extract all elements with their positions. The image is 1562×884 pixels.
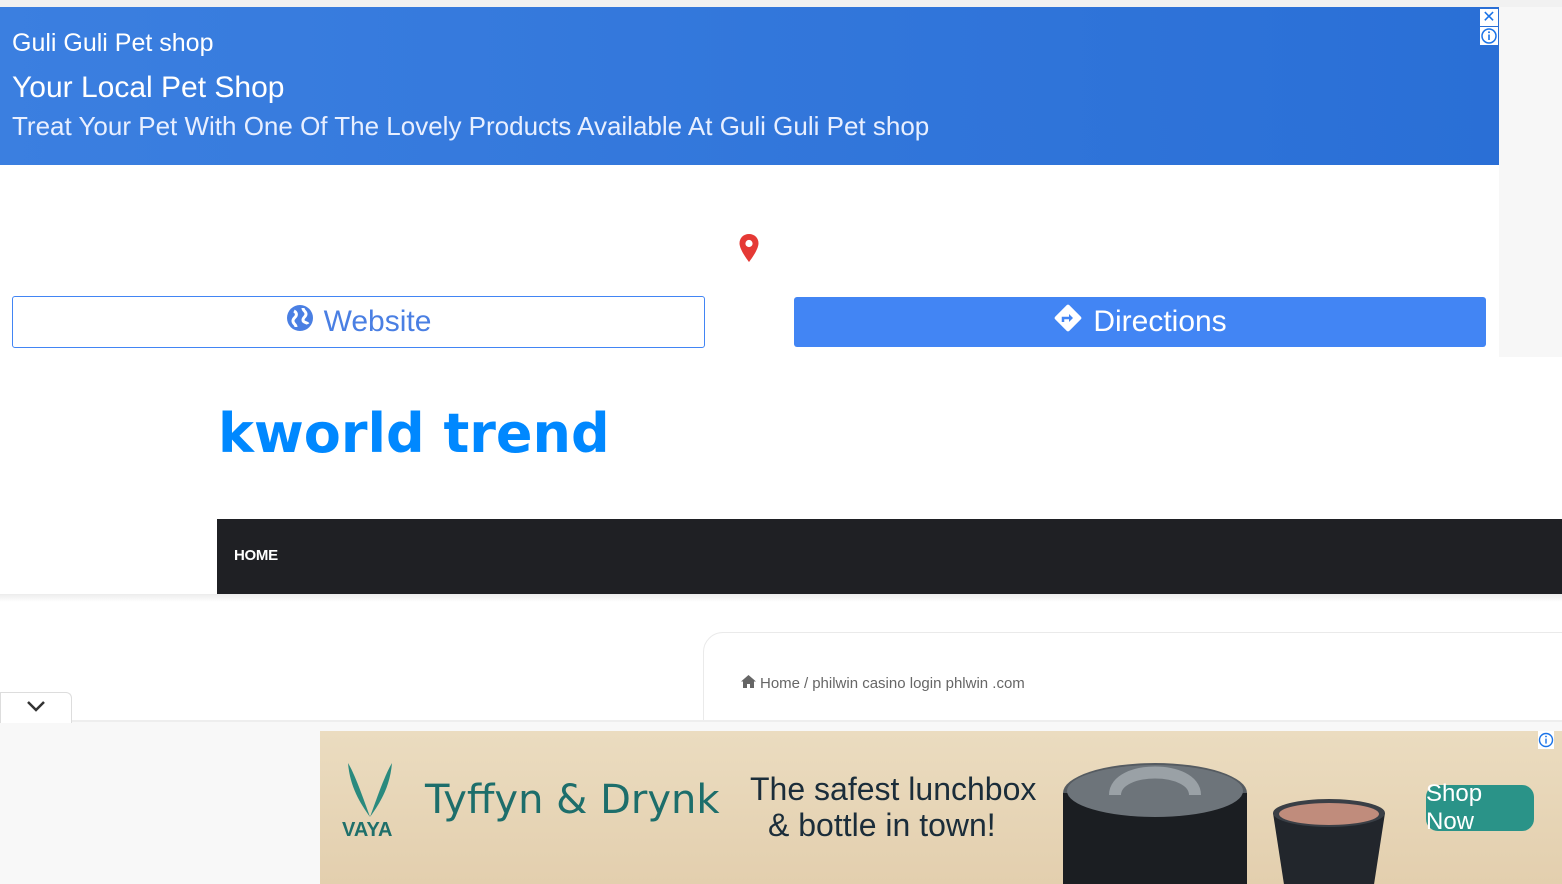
anchor-toggle-button[interactable] (0, 692, 72, 723)
ad-description[interactable]: Treat Your Pet With One Of The Lovely Pr… (12, 111, 929, 142)
directions-label: Directions (1093, 305, 1227, 338)
chevron-down-icon (26, 699, 46, 717)
cup-image (1265, 781, 1395, 884)
main-nav: HOME (217, 519, 1562, 594)
globe-icon (286, 304, 314, 340)
breadcrumb: Home / philwin casino login phlwin .com (741, 675, 1025, 692)
anchor-divider (70, 720, 1562, 722)
home-icon (741, 675, 756, 692)
breadcrumb-current: philwin casino login phlwin .com (812, 675, 1025, 692)
ad-headline[interactable]: Your Local Pet Shop (12, 71, 284, 105)
breadcrumb-separator: / (804, 675, 809, 692)
directions-icon (1053, 303, 1083, 341)
vaya-logo-text: VAYA (342, 819, 393, 841)
top-ad-banner[interactable]: Guli Guli Pet shop Your Local Pet Shop T… (0, 7, 1499, 165)
ad-shop-name[interactable]: Guli Guli Pet shop (12, 29, 214, 58)
map-pin-icon (737, 233, 761, 268)
ad-tagline-line1[interactable]: The safest lunchbox (750, 771, 1036, 808)
vaya-logo-icon (342, 761, 398, 826)
website-button[interactable]: Website (12, 296, 705, 348)
directions-button[interactable]: Directions (794, 297, 1486, 347)
header-shadow (0, 594, 1562, 602)
close-icon[interactable]: ✕ (1480, 9, 1498, 26)
lunchbox-image (1055, 745, 1255, 884)
bottom-ad[interactable]: VAYA Tyffyn & Drynk The safest lunchbox … (320, 731, 1562, 884)
breadcrumb-home-link[interactable]: Home (760, 675, 800, 692)
ad-gutter (1499, 7, 1562, 357)
website-label: Website (323, 305, 432, 338)
info-icon[interactable] (1480, 27, 1498, 45)
top-strip (0, 0, 1562, 7)
top-ad[interactable]: Guli Guli Pet shop Your Local Pet Shop T… (0, 7, 1499, 357)
nav-item-home[interactable]: HOME (234, 547, 278, 564)
shop-now-button[interactable]: Shop Now (1426, 780, 1534, 835)
info-icon[interactable] (1538, 731, 1554, 749)
ad-brand[interactable]: Tyffyn & Drynk (425, 777, 720, 823)
site-logo[interactable]: kworld trend (218, 402, 610, 465)
ad-tagline-line2[interactable]: & bottle in town! (768, 807, 996, 844)
